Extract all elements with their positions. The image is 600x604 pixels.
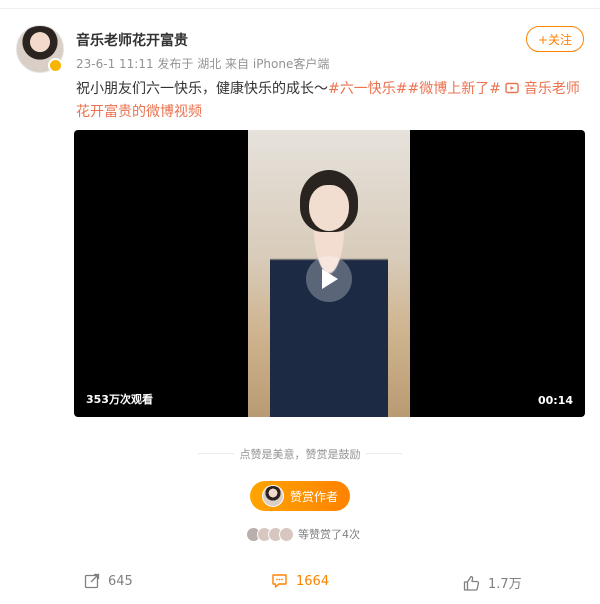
verified-badge-icon bbox=[48, 58, 63, 73]
reward-givers[interactable]: 等赞赏了4次 bbox=[246, 526, 360, 542]
video-player[interactable]: 353万次观看 00:14 bbox=[74, 130, 585, 417]
comment-count: 1664 bbox=[296, 573, 330, 589]
play-icon[interactable] bbox=[306, 256, 352, 302]
follow-button[interactable]: +关注 bbox=[526, 26, 584, 52]
video-duration: 00:14 bbox=[537, 394, 573, 407]
reward-count: 等赞赏了4次 bbox=[298, 528, 360, 541]
giver-avatar bbox=[279, 526, 294, 542]
comment-button[interactable]: 1664 bbox=[271, 573, 329, 589]
post-meta: 23-6-1 11:11 发布于 湖北 来自 iPhone客户端 bbox=[76, 57, 330, 71]
hashtag-children-day[interactable]: #六一快乐# bbox=[328, 81, 407, 97]
like-button[interactable]: 1.7万 bbox=[463, 573, 522, 592]
hashtag-weibo-new[interactable]: #微博上新了# bbox=[407, 81, 500, 97]
reward-avatar bbox=[261, 485, 284, 507]
like-count: 1.7万 bbox=[488, 577, 522, 592]
reward-button-label: 赞赏作者 bbox=[289, 489, 338, 504]
reward-tagline: 点赞是美意，赞赏是鼓励 bbox=[239, 448, 361, 461]
view-count: 353万次观看 bbox=[86, 393, 153, 406]
video-link-icon bbox=[505, 82, 520, 94]
author-name[interactable]: 音乐老师花开富贵 bbox=[76, 30, 188, 50]
repost-button[interactable]: 645 bbox=[84, 573, 133, 589]
follow-label: +关注 bbox=[537, 32, 573, 47]
person-face bbox=[309, 185, 349, 231]
repost-count: 645 bbox=[108, 573, 133, 589]
thumbs-up-icon bbox=[463, 575, 480, 591]
top-divider bbox=[0, 0, 600, 9]
post-content: 祝小朋友们六一快乐，健康快乐的成长～#六一快乐##微博上新了# 音乐老师花开富贵… bbox=[76, 78, 586, 124]
post-text: 祝小朋友们六一快乐，健康快乐的成长～ bbox=[76, 81, 328, 97]
repost-icon bbox=[84, 573, 100, 589]
reward-author-button[interactable]: 赞赏作者 bbox=[250, 481, 350, 511]
comment-icon bbox=[272, 574, 287, 588]
